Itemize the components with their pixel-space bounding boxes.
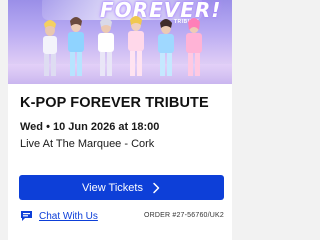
event-venue: Live At The Marquee - Cork — [20, 138, 155, 150]
chevron-right-icon — [153, 182, 160, 193]
performer-figure — [186, 18, 202, 76]
chat-bubble-icon — [21, 211, 32, 221]
event-title: K-POP FOREVER TRIBUTE — [20, 95, 209, 111]
ticket-footer: Chat With Us ORDER #27-56760/UK2 — [8, 208, 232, 226]
performer-figure — [43, 20, 57, 76]
order-number: ORDER #27-56760/UK2 — [143, 212, 224, 219]
event-date-time: Wed • 10 Jun 2026 at 18:00 — [20, 121, 160, 133]
chat-with-us-link[interactable]: Chat With Us — [20, 210, 98, 222]
hero-performers — [43, 16, 202, 76]
performer-figure — [128, 16, 144, 76]
ticket-card: FOREVER! TRIBUTE K-POP FOREVER TRIBUTE W… — [8, 0, 232, 240]
view-tickets-button[interactable]: View Tickets — [19, 175, 224, 200]
performer-figure — [98, 18, 114, 76]
chat-with-us-label: Chat With Us — [39, 210, 98, 222]
performer-figure — [158, 19, 174, 76]
event-hero-image[interactable]: FOREVER! TRIBUTE — [8, 0, 232, 84]
view-tickets-label: View Tickets — [82, 181, 143, 194]
performer-figure — [68, 17, 84, 76]
